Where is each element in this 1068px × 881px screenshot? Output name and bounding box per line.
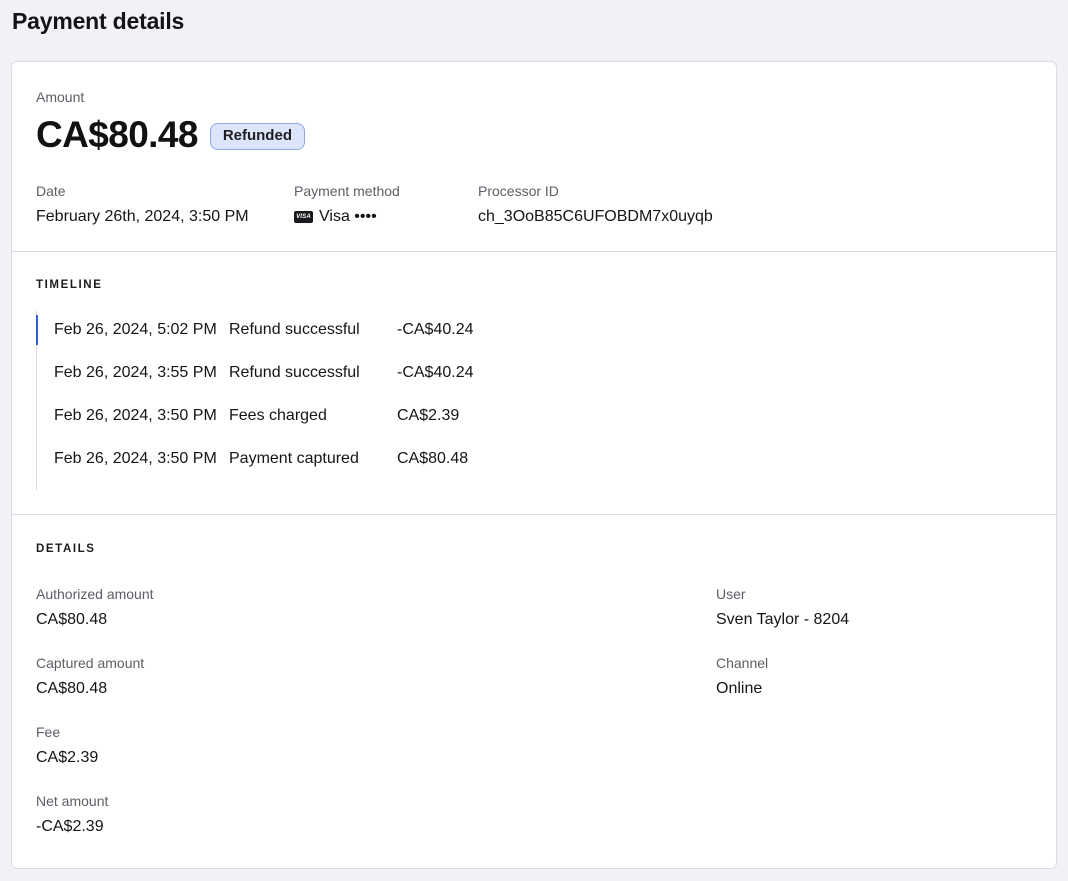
page-title: Payment details [12,8,185,34]
channel-label: Channel [716,655,769,671]
processor-id-label: Processor ID [478,183,559,199]
timeline-item-date: Feb 26, 2024, 3:50 PM [54,407,217,424]
user-value[interactable]: Sven Taylor - 8204 [716,609,849,631]
timeline-end [37,483,636,490]
visa-card-icon: VISA [294,211,313,223]
timeline-item-amount: CA$80.48 [397,450,469,467]
timeline-list: Feb 26, 2024, 5:02 PM Refund successful … [36,311,636,490]
payment-method-value: Visa •••• [319,208,377,225]
timeline-item-amount: -CA$40.24 [397,321,474,338]
timeline-item-amount: -CA$40.24 [397,364,474,381]
payment-method-label: Payment method [294,183,400,199]
timeline-section: TIMELINE Feb 26, 2024, 5:02 PM Refund su… [12,252,1056,515]
details-heading: DETAILS [36,543,96,555]
authorized-amount-value: CA$80.48 [36,611,108,628]
captured-amount-field: Captured amount CA$80.48 [36,654,144,700]
payment-method-field: Payment method VISA Visa •••• [294,182,400,228]
captured-amount-value: CA$80.48 [36,680,108,697]
timeline-item-description: Payment captured [229,450,359,467]
timeline-item-date: Feb 26, 2024, 5:02 PM [54,321,217,338]
timeline-item: Feb 26, 2024, 3:55 PM Refund successful … [37,354,636,397]
net-amount-field: Net amount -CA$2.39 [36,792,108,838]
channel-field: Channel Online [716,654,768,700]
date-field: Date February 26th, 2024, 3:50 PM [36,182,249,228]
details-section: DETAILS Authorized amount CA$80.48 Captu… [12,515,1056,868]
payment-details-card: Amount CA$80.48 Refunded Date February 2… [11,61,1057,869]
timeline-item-date: Feb 26, 2024, 3:55 PM [54,364,217,381]
processor-id-field: Processor ID ch_3OoB85C6UFOBDM7x0uyqb [478,182,713,228]
timeline-item-amount: CA$2.39 [397,407,460,424]
fee-value: CA$2.39 [36,749,99,766]
timeline-item: Feb 26, 2024, 5:02 PM Refund successful … [36,311,636,354]
amount-label: Amount [36,89,85,105]
timeline-item: Feb 26, 2024, 3:50 PM Fees charged CA$2.… [37,397,636,440]
timeline-item-description: Fees charged [229,407,327,424]
net-amount-value: -CA$2.39 [36,818,104,835]
payment-summary-section: Amount CA$80.48 Refunded Date February 2… [12,62,1056,252]
amount-row: CA$80.48 Refunded [36,112,305,158]
captured-amount-label: Captured amount [36,655,145,671]
date-value: February 26th, 2024, 3:50 PM [36,208,249,225]
user-field: User Sven Taylor - 8204 [716,585,849,631]
date-label: Date [36,183,66,199]
channel-value: Online [716,680,763,697]
fee-label: Fee [36,724,61,740]
processor-id-value: ch_3OoB85C6UFOBDM7x0uyqb [478,208,713,225]
authorized-amount-label: Authorized amount [36,586,154,602]
fee-field: Fee CA$2.39 [36,723,98,769]
user-label: User [716,586,746,602]
timeline-item-description: Refund successful [229,321,360,338]
timeline-item-date: Feb 26, 2024, 3:50 PM [54,450,217,467]
net-amount-label: Net amount [36,793,109,809]
timeline-heading: TIMELINE [36,279,103,291]
timeline-item-description: Refund successful [229,364,360,381]
amount-value: CA$80.48 [36,114,198,155]
payment-method-row: VISA Visa •••• [294,206,400,228]
timeline-item: Feb 26, 2024, 3:50 PM Payment captured C… [37,440,636,483]
status-badge: Refunded [209,122,305,150]
authorized-amount-field: Authorized amount CA$80.48 [36,585,154,631]
